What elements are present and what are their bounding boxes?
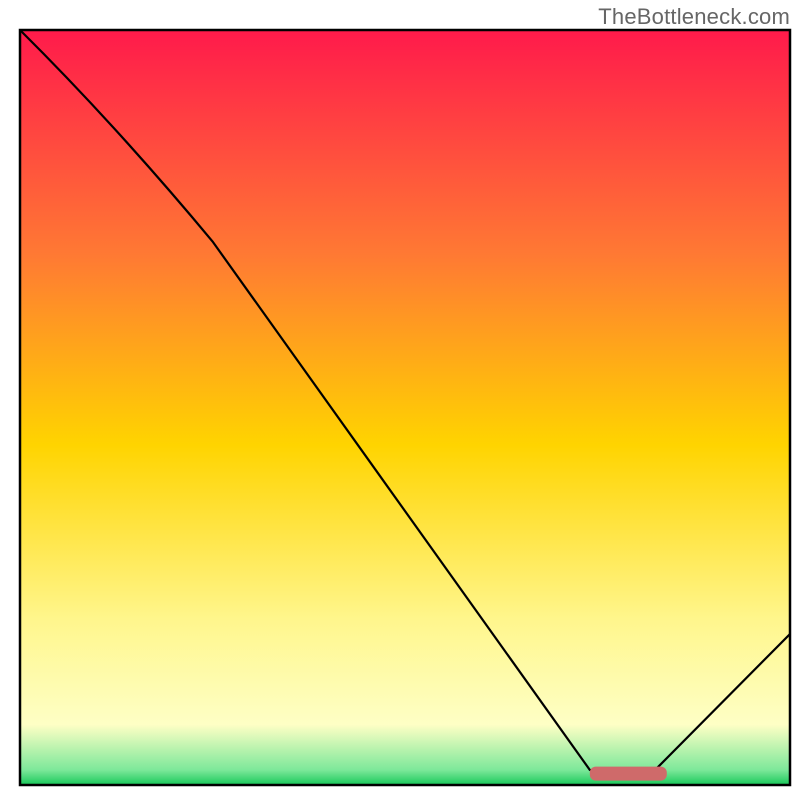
chart-container: { "watermark": "TheBottleneck.com", "cha… — [0, 0, 800, 800]
plot-background — [20, 30, 790, 785]
optimal-marker — [590, 767, 667, 781]
bottleneck-chart — [0, 0, 800, 800]
watermark-text: TheBottleneck.com — [598, 4, 790, 30]
